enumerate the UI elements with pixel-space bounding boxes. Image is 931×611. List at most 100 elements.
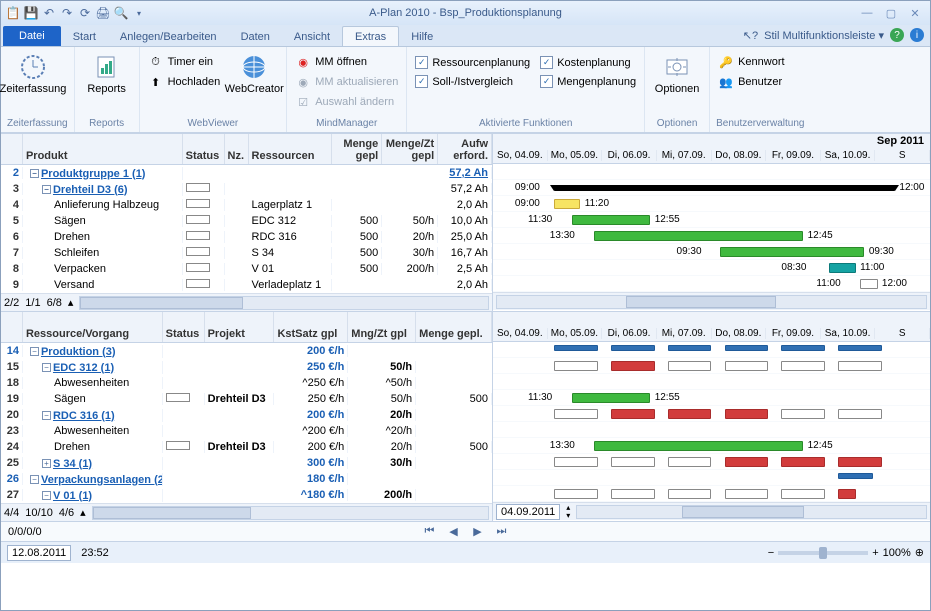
kennwort-button[interactable]: 🔑Kennwort: [716, 53, 786, 71]
status-box[interactable]: [166, 393, 190, 402]
mengenplanung-check[interactable]: ✓Mengenplanung: [538, 74, 638, 89]
table-row[interactable]: 7SchleifenS 3450030/h16,7 Ah: [1, 245, 492, 261]
prev-button[interactable]: ◀: [445, 524, 463, 540]
table-row[interactable]: 27−V 01 (1)^180 €/h200/h: [1, 487, 492, 503]
status-box[interactable]: [186, 279, 210, 288]
zoom-in-button[interactable]: +: [872, 547, 878, 559]
table-row[interactable]: 6DrehenRDC 31650020/h25,0 Ah: [1, 229, 492, 245]
qat-more-icon[interactable]: ▾: [131, 5, 147, 21]
date-input[interactable]: 04.09.2011: [496, 504, 560, 520]
undo-icon[interactable]: ↶: [41, 5, 57, 21]
gantt-hscroll[interactable]: [576, 505, 927, 519]
zeiterfassung-button[interactable]: Zeiterfassung: [7, 49, 59, 95]
timer-ein-button[interactable]: ⏱Timer ein: [146, 53, 223, 71]
reports-button[interactable]: Reports: [81, 49, 133, 95]
group-label: MindManager: [293, 118, 400, 132]
table-row[interactable]: 19SägenDrehteil D3250 €/h50/h500: [1, 391, 492, 407]
refresh-icon[interactable]: ⟳: [77, 5, 93, 21]
statusbar: 12.08.2011 23:52 − + 100% ⊕: [1, 541, 930, 563]
ribbon: Zeiterfassung Zeiterfassung Reports Repo…: [1, 47, 930, 133]
day-header: Mo, 05.09.: [548, 150, 603, 161]
collapse-icon[interactable]: ▴: [80, 506, 86, 519]
webcreator-button[interactable]: WebCreator: [228, 49, 280, 95]
zoom-slider[interactable]: [778, 551, 868, 555]
status-box[interactable]: [186, 183, 210, 192]
table-row[interactable]: 5SägenEDC 31250050/h10,0 Ah: [1, 213, 492, 229]
sollist-check[interactable]: ✓Soll-/Istvergleich: [413, 74, 532, 89]
status-date: 12.08.2011: [7, 545, 71, 561]
quick-access-toolbar: 📋 💾 ↶ ↷ ⟳ 🖨 🔍 ▾: [5, 5, 147, 21]
expand-icon[interactable]: −: [30, 169, 39, 178]
table-row[interactable]: 25+S 34 (1)300 €/h30/h: [1, 455, 492, 471]
date-spinner[interactable]: ▴▾: [566, 504, 570, 520]
day-header: So, 04.09.: [493, 328, 548, 339]
status-box[interactable]: [186, 231, 210, 240]
table-row[interactable]: 8VerpackenV 01500200/h2,5 Ah: [1, 261, 492, 277]
group-label: Zeiterfassung: [7, 118, 68, 132]
status-box[interactable]: [186, 215, 210, 224]
pointer-help-icon[interactable]: ↖?: [743, 29, 758, 42]
expand-icon[interactable]: −: [42, 411, 51, 420]
group-label: WebViewer: [146, 118, 281, 132]
status-box[interactable]: [186, 247, 210, 256]
info-icon[interactable]: i: [910, 28, 924, 42]
group-label: Optionen: [651, 118, 703, 132]
hscroll[interactable]: [79, 296, 489, 310]
table-row[interactable]: 2−Produktgruppe 1 (1)57,2 Ah: [1, 165, 492, 181]
print-icon[interactable]: 🖨: [95, 5, 111, 21]
tab-ansicht[interactable]: Ansicht: [282, 27, 342, 46]
grid-header: Produkt Status Nz. Ressourcen Menge gepl…: [1, 134, 492, 165]
help-icon[interactable]: ?: [890, 28, 904, 42]
kostenplanung-check[interactable]: ✓Kostenplanung: [538, 55, 638, 70]
zoom-out-button[interactable]: −: [768, 547, 774, 559]
tab-start[interactable]: Start: [61, 27, 108, 46]
table-row[interactable]: 15−EDC 312 (1)250 €/h50/h: [1, 359, 492, 375]
next-button[interactable]: ▶: [469, 524, 487, 540]
table-row[interactable]: 3−Drehteil D3 (6)57,2 Ah: [1, 181, 492, 197]
table-row[interactable]: 9VersandVerladeplatz 12,0 Ah: [1, 277, 492, 293]
first-button[interactable]: ⏮: [421, 524, 439, 540]
table-row[interactable]: 14−Produktion (3)200 €/h: [1, 343, 492, 359]
collapse-icon[interactable]: ▴: [68, 296, 74, 309]
status-box[interactable]: [186, 263, 210, 272]
zoom-reset-button[interactable]: ⊕: [915, 546, 924, 559]
benutzer-button[interactable]: 👥Benutzer: [716, 73, 786, 91]
table-row[interactable]: 23Abwesenheiten^200 €/h^20/h: [1, 423, 492, 439]
save-icon[interactable]: 💾: [23, 5, 39, 21]
mm-open-button[interactable]: ◉MM öffnen: [293, 53, 400, 71]
close-button[interactable]: ✕: [904, 5, 926, 21]
tab-hilfe[interactable]: Hilfe: [399, 27, 445, 46]
table-row[interactable]: 24DrehenDrehteil D3200 €/h20/h500: [1, 439, 492, 455]
expand-icon[interactable]: −: [42, 491, 51, 500]
minimize-button[interactable]: —: [856, 5, 878, 21]
style-dropdown[interactable]: Stil Multifunktionsleiste ▾: [764, 29, 884, 42]
tab-extras[interactable]: Extras: [342, 26, 399, 46]
status-box[interactable]: [186, 199, 210, 208]
optionen-button[interactable]: Optionen: [651, 49, 703, 95]
ressourcenplanung-check[interactable]: ✓Ressourcenplanung: [413, 55, 532, 70]
expand-icon[interactable]: −: [30, 347, 39, 356]
preview-icon[interactable]: 🔍: [113, 5, 129, 21]
day-header: Mo, 05.09.: [548, 328, 603, 339]
expand-icon[interactable]: −: [30, 475, 39, 484]
expand-icon[interactable]: −: [42, 363, 51, 372]
tab-anlegen[interactable]: Anlegen/Bearbeiten: [108, 27, 229, 46]
hochladen-button[interactable]: ⬆Hochladen: [146, 73, 223, 91]
tab-file[interactable]: Datei: [3, 26, 61, 46]
table-row[interactable]: 4Anlieferung HalbzeugLagerplatz 12,0 Ah: [1, 197, 492, 213]
maximize-button[interactable]: ▢: [880, 5, 902, 21]
gantt-hscroll[interactable]: [496, 295, 927, 309]
tab-daten[interactable]: Daten: [229, 27, 282, 46]
last-button[interactable]: ⏭: [493, 524, 511, 540]
redo-icon[interactable]: ↷: [59, 5, 75, 21]
expand-icon[interactable]: +: [42, 459, 51, 468]
table-row[interactable]: 26−Verpackungsanlagen (2)180 €/h: [1, 471, 492, 487]
status-box[interactable]: [166, 441, 190, 450]
table-row[interactable]: 20−RDC 316 (1)200 €/h20/h: [1, 407, 492, 423]
expand-icon[interactable]: −: [42, 185, 51, 194]
table-row[interactable]: 18Abwesenheiten^250 €/h^50/h: [1, 375, 492, 391]
titlebar: 📋 💾 ↶ ↷ ⟳ 🖨 🔍 ▾ A-Plan 2010 - Bsp_Produk…: [1, 1, 930, 25]
day-header: Do, 08.09.: [712, 328, 767, 339]
hscroll[interactable]: [92, 506, 489, 520]
day-header: Mi, 07.09.: [657, 150, 712, 161]
